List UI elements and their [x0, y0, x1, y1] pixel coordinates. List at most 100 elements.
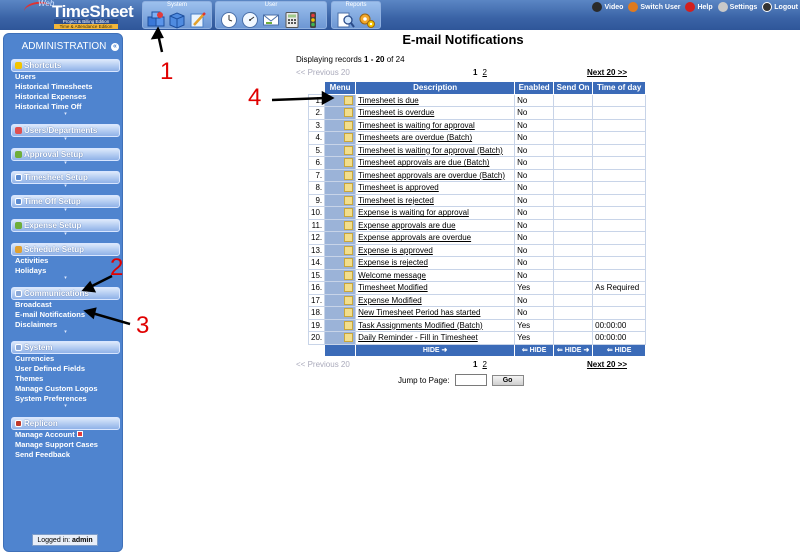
row-menu-cell[interactable] — [324, 256, 357, 270]
row-description-link[interactable]: Timesheet approvals are overdue (Batch) — [355, 168, 516, 182]
collapse-icon[interactable]: « — [111, 43, 119, 51]
row-menu-icon[interactable] — [344, 233, 354, 243]
sidebar-item-themes[interactable]: Themes — [11, 374, 120, 384]
column-header-send-on[interactable]: Send On — [553, 81, 594, 95]
row-menu-icon[interactable] — [344, 95, 354, 105]
row-menu-icon[interactable] — [344, 120, 354, 130]
row-description-link[interactable]: Timesheet approvals are due (Batch) — [355, 156, 516, 170]
row-description-link[interactable]: New Timesheet Period has started — [355, 306, 516, 320]
section-header-communications[interactable]: Communications — [11, 287, 120, 300]
section-header-shortcuts[interactable]: Shortcuts — [11, 59, 120, 72]
sidebar-item-currencies[interactable]: Currencies — [11, 354, 120, 364]
row-menu-cell[interactable] — [324, 231, 357, 245]
row-menu-cell[interactable] — [324, 168, 357, 182]
sidebar-item-manage-support-cases[interactable]: Manage Support Cases — [11, 440, 120, 450]
row-menu-icon[interactable] — [344, 170, 354, 180]
hide-description-button[interactable]: HIDE ➜ — [355, 343, 516, 357]
traffic-light-icon[interactable] — [304, 10, 323, 29]
clock-icon[interactable] — [220, 10, 239, 29]
row-description-link[interactable]: Task Assignments Modified (Batch) — [355, 318, 516, 332]
jump-page-input[interactable] — [454, 374, 487, 386]
row-description-link[interactable]: Timesheet is approved — [355, 181, 516, 195]
sidebar-item-activities[interactable]: Activities — [11, 256, 120, 266]
calculator-icon[interactable] — [283, 10, 302, 29]
sidebar-item-manage-account[interactable]: Manage Account — [11, 430, 120, 440]
row-menu-icon[interactable] — [344, 270, 354, 280]
sidebar-item-historical-expenses[interactable]: Historical Expenses — [11, 92, 120, 102]
section-header-replicon[interactable]: Replicon — [11, 417, 120, 430]
row-menu-cell[interactable] — [324, 318, 357, 332]
column-header-enabled[interactable]: Enabled — [514, 81, 555, 95]
row-description-link[interactable]: Timesheet is due — [355, 93, 516, 107]
column-header-description[interactable]: Description — [355, 81, 516, 95]
row-menu-icon[interactable] — [344, 295, 354, 305]
row-menu-cell[interactable] — [324, 106, 357, 120]
row-menu-cell[interactable] — [324, 193, 357, 207]
app-logo[interactable]: Web TimeSheet Project & Billing Edition … — [16, 0, 134, 30]
pencil-icon[interactable] — [189, 10, 208, 29]
switch-user-link[interactable]: Switch User — [628, 2, 680, 12]
settings-link[interactable]: Settings — [717, 2, 757, 12]
row-menu-icon[interactable] — [344, 108, 354, 118]
row-menu-cell[interactable] — [324, 131, 357, 145]
next-page-link[interactable]: Next 20 >> — [587, 360, 627, 369]
row-description-link[interactable]: Expense approvals are overdue — [355, 231, 516, 245]
column-header-time-of-day[interactable]: Time of day — [592, 81, 647, 95]
row-menu-icon[interactable] — [344, 283, 354, 293]
envelope-icon[interactable] — [262, 10, 281, 29]
row-menu-cell[interactable] — [324, 306, 357, 320]
sidebar-item-manage-custom-logos[interactable]: Manage Custom Logos — [11, 384, 120, 394]
video-link[interactable]: Video — [592, 2, 623, 12]
box-icon[interactable] — [168, 10, 187, 29]
row-menu-icon[interactable] — [344, 195, 354, 205]
cubes-icon[interactable] — [147, 10, 166, 29]
clock-alt-icon[interactable] — [241, 10, 260, 29]
row-description-link[interactable]: Daily Reminder - Fill in Timesheet — [355, 331, 516, 345]
row-menu-cell[interactable] — [324, 331, 357, 345]
row-description-link[interactable]: Timesheet is waiting for approval — [355, 118, 516, 132]
row-menu-icon[interactable] — [344, 183, 354, 193]
sidebar-item-historical-timesheets[interactable]: Historical Timesheets — [11, 82, 120, 92]
row-description-link[interactable]: Expense approvals are due — [355, 218, 516, 232]
page-link-2[interactable]: 2 — [482, 68, 486, 77]
sidebar-item-broadcast[interactable]: Broadcast — [11, 300, 120, 310]
row-description-link[interactable]: Timesheet is overdue — [355, 106, 516, 120]
row-menu-icon[interactable] — [344, 333, 354, 343]
hide-time-of-day-button[interactable]: ⇐ HIDE — [592, 343, 647, 357]
sidebar-item-email-notifications[interactable]: E-mail Notifications — [11, 310, 120, 320]
page-link-2[interactable]: 2 — [482, 360, 486, 369]
logout-link[interactable]: Logout — [762, 2, 798, 12]
row-menu-cell[interactable] — [324, 118, 357, 132]
row-description-link[interactable]: Expense is approved — [355, 243, 516, 257]
row-description-link[interactable]: Timesheet is waiting for approval (Batch… — [355, 143, 516, 157]
row-description-link[interactable]: Timesheets are overdue (Batch) — [355, 131, 516, 145]
row-description-link[interactable]: Expense is rejected — [355, 256, 516, 270]
row-menu-icon[interactable] — [344, 245, 354, 255]
hide-enabled-button[interactable]: ⇐ HIDE — [514, 343, 555, 357]
row-menu-cell[interactable] — [324, 93, 357, 107]
sidebar-item-users[interactable]: Users — [11, 72, 120, 82]
go-button[interactable]: Go — [491, 374, 524, 386]
row-description-link[interactable]: Timesheet is rejected — [355, 193, 516, 207]
row-menu-cell[interactable] — [324, 206, 357, 220]
row-menu-cell[interactable] — [324, 268, 357, 282]
section-header-schedule-setup[interactable]: Schedule Setup — [11, 243, 120, 256]
row-description-link[interactable]: Timesheet Modified — [355, 281, 516, 295]
row-menu-cell[interactable] — [324, 281, 357, 295]
row-menu-cell[interactable] — [324, 218, 357, 232]
sidebar-item-send-feedback[interactable]: Send Feedback — [11, 450, 120, 460]
sidebar-item-user-defined-fields[interactable]: User Defined Fields — [11, 364, 120, 374]
row-menu-cell[interactable] — [324, 143, 357, 157]
next-page-link[interactable]: Next 20 >> — [587, 68, 627, 77]
gears-icon[interactable] — [357, 10, 376, 29]
row-menu-icon[interactable] — [344, 320, 354, 330]
row-menu-icon[interactable] — [344, 133, 354, 143]
row-menu-icon[interactable] — [344, 208, 354, 218]
row-menu-icon[interactable] — [344, 308, 354, 318]
row-menu-cell[interactable] — [324, 293, 357, 307]
row-menu-cell[interactable] — [324, 243, 357, 257]
magnifier-icon[interactable] — [336, 10, 355, 29]
row-description-link[interactable]: Expense is waiting for approval — [355, 206, 516, 220]
hide-send-on-button[interactable]: ⇐ HIDE ➜ — [553, 343, 594, 357]
row-menu-icon[interactable] — [344, 145, 354, 155]
